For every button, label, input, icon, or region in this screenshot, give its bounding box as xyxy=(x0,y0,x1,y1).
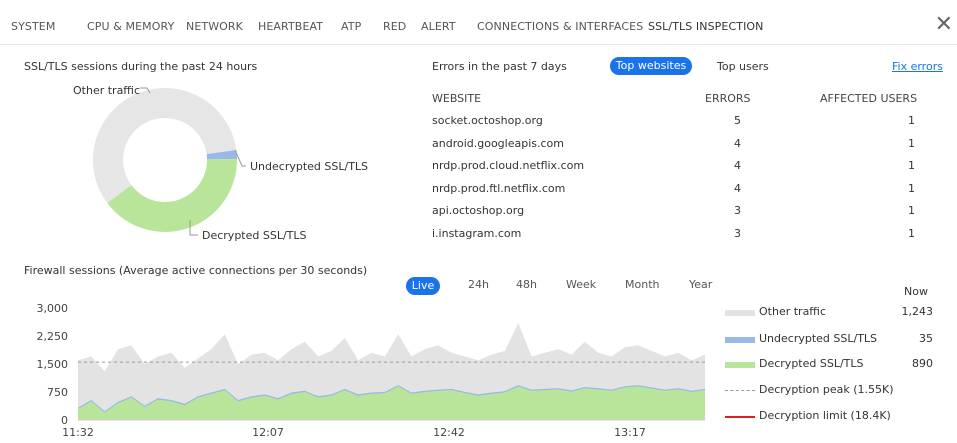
website-cell: nrdp.prod.cloud.netflix.com xyxy=(432,159,585,172)
legend-label: Other traffic xyxy=(759,305,826,318)
tab-network[interactable]: NETWORK xyxy=(186,20,243,33)
website-cell: i.instagram.com xyxy=(432,226,522,240)
legend-value: 35 xyxy=(919,332,933,345)
legend-swatch xyxy=(725,310,755,316)
range-24h[interactable]: 24h xyxy=(468,278,489,291)
legend-swatch xyxy=(725,337,755,343)
legend-swatch xyxy=(725,390,755,391)
donut-label-other: Other traffic xyxy=(73,84,140,97)
donut-label-undecrypted: Undecrypted SSL/TLS xyxy=(250,160,369,173)
tab-system[interactable]: SYSTEM xyxy=(11,20,55,33)
legend-label: Decrypted SSL/TLS xyxy=(759,357,864,370)
legend-item: Decrypted SSL/TLS 890 xyxy=(725,357,933,371)
legend-swatch xyxy=(725,416,755,418)
legend-item: Undecrypted SSL/TLS 35 xyxy=(725,332,933,346)
errors-count-cell: 4 xyxy=(734,136,741,150)
firewall-sessions-chart: 07501,5002,2503,00011:32 12:07 12:42 13:17 xyxy=(37,302,705,439)
website-cell: nrdp.prod.ftl.netflix.com xyxy=(432,181,566,195)
affected-users-cell: 1 xyxy=(908,226,915,240)
legend-label: Decryption peak (1.55K) xyxy=(759,383,894,396)
errors-count-cell: 3 xyxy=(734,226,741,240)
tab-connections-interfaces[interactable]: CONNECTIONS & INTERFACES xyxy=(477,20,643,33)
top-users-toggle[interactable]: Top users xyxy=(717,60,769,73)
y-tick-label: 3,000 xyxy=(37,302,69,315)
errors-count-cell: 4 xyxy=(734,159,741,172)
legend-value: 1,243 xyxy=(901,305,934,318)
affected-users-cell: 1 xyxy=(908,136,915,150)
firewall-title: Firewall sessions (Average active connec… xyxy=(24,264,368,277)
tab-heartbeat[interactable]: HEARTBEAT xyxy=(258,20,323,33)
top-websites-toggle[interactable]: Top websites xyxy=(610,57,692,75)
x-tick-label: 12:42 xyxy=(433,426,465,439)
x-tick-label: 12:07 xyxy=(252,426,284,439)
website-cell: android.googleapis.com xyxy=(432,136,564,150)
column-header-website: WEBSITE xyxy=(432,92,482,105)
x-tick-label: 11:32 xyxy=(62,426,94,439)
range-live[interactable]: Live xyxy=(406,277,440,295)
y-tick-label: 750 xyxy=(47,386,68,399)
x-tick-label: 13:17 xyxy=(614,426,646,439)
legend-label: Decryption limit (18.4K) xyxy=(759,409,891,422)
errors-count-cell: 3 xyxy=(734,204,741,217)
legend-label: Undecrypted SSL/TLS xyxy=(759,332,878,345)
legend-item: Decryption limit (18.4K) xyxy=(725,409,933,423)
errors-count-cell: 4 xyxy=(734,181,741,195)
affected-users-cell: 1 xyxy=(908,159,915,172)
top-navigation: SYSTEM CPU & MEMORY NETWORK HEARTBEAT AT… xyxy=(0,0,957,45)
tab-red[interactable]: RED xyxy=(383,20,406,33)
range-year[interactable]: Year xyxy=(689,278,712,291)
donut-slice-decrypted xyxy=(107,158,237,233)
website-cell: socket.octoshop.org xyxy=(432,114,543,127)
errors-count-cell: 5 xyxy=(734,114,741,127)
sessions-title: SSL/TLS sessions during the past 24 hour… xyxy=(24,60,258,73)
y-tick-label: 2,250 xyxy=(37,330,69,343)
tab-cpu-memory[interactable]: CPU & MEMORY xyxy=(87,20,174,33)
ssl-tls-dashboard: SYSTEM CPU & MEMORY NETWORK HEARTBEAT AT… xyxy=(0,0,957,443)
affected-users-cell: 1 xyxy=(908,181,915,195)
affected-users-cell: 1 xyxy=(908,204,915,217)
affected-users-cell: 1 xyxy=(908,114,915,127)
now-label: Now xyxy=(904,285,928,298)
errors-title: Errors in the past 7 days xyxy=(432,60,567,73)
website-cell: api.octoshop.org xyxy=(432,204,525,217)
range-48h[interactable]: 48h xyxy=(516,278,537,291)
tab-atp[interactable]: ATP xyxy=(341,20,361,33)
legend-value: 890 xyxy=(912,357,933,370)
range-week[interactable]: Week xyxy=(566,278,596,291)
fix-errors-link[interactable]: Fix errors xyxy=(892,60,943,73)
tab-alert[interactable]: ALERT xyxy=(421,20,456,33)
column-header-errors: ERRORS xyxy=(705,92,751,105)
tab-ssl-tls-inspection[interactable]: SSL/TLS INSPECTION xyxy=(648,20,764,33)
close-icon[interactable]: ✕ xyxy=(935,14,953,36)
column-header-affected-users: AFFECTED USERS xyxy=(820,92,918,105)
legend-item: Decryption peak (1.55K) xyxy=(725,383,933,397)
range-month[interactable]: Month xyxy=(625,278,659,291)
y-tick-label: 1,500 xyxy=(37,358,69,371)
legend-swatch xyxy=(725,362,755,368)
donut-label-decrypted: Decrypted SSL/TLS xyxy=(202,229,307,242)
legend-item: Other traffic 1,243 xyxy=(725,305,933,319)
